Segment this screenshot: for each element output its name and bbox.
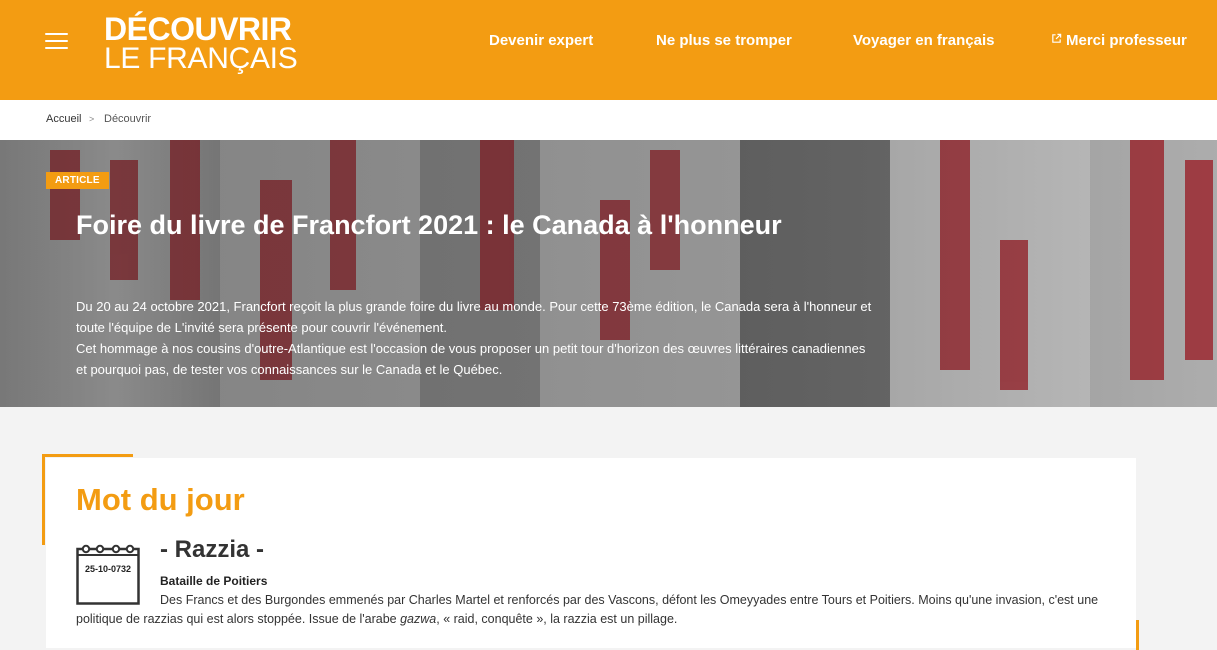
card-accent-top — [42, 454, 133, 457]
hero-paragraph-2: Cet hommage à nos cousins d'outre-Atlant… — [76, 341, 866, 377]
article-badge: ARTICLE — [46, 172, 109, 189]
card-accent-right — [1136, 620, 1139, 650]
site-header: DÉCOUVRIR LE FRANÇAIS Devenir expert Ne … — [0, 0, 1217, 100]
hero-description: Du 20 au 24 octobre 2021, Francfort reço… — [76, 296, 876, 380]
card-accent-left — [42, 454, 45, 545]
nav-merci-professeur[interactable]: Merci professeur — [1051, 32, 1187, 50]
external-link-icon — [1052, 33, 1062, 43]
hero-paragraph-1: Du 20 au 24 octobre 2021, Francfort reço… — [76, 299, 872, 335]
word-of-day-heading: Mot du jour — [76, 482, 245, 517]
definition-italic-term: gazwa — [400, 611, 437, 626]
nav-voyager-en-francais[interactable]: Voyager en français — [853, 32, 994, 50]
breadcrumb: Accueil > Découvrir — [0, 100, 1217, 140]
hero-title[interactable]: Foire du livre de Francfort 2021 : le Ca… — [76, 208, 836, 242]
breadcrumb-current: Découvrir — [104, 113, 152, 125]
nav-merci-professeur-label: Merci professeur — [1066, 32, 1187, 49]
nav-ne-plus-se-tromper[interactable]: Ne plus se tromper — [656, 32, 792, 50]
nav-devenir-expert[interactable]: Devenir expert — [489, 32, 593, 50]
word-of-day-definition: Des Francs et des Burgondes emmenés par … — [76, 591, 1116, 628]
hero-banner[interactable]: ARTICLE Foire du livre de Francfort 2021… — [0, 140, 1217, 407]
main-nav: Devenir expert Ne plus se tromper Voyage… — [0, 32, 1217, 52]
breadcrumb-home[interactable]: Accueil — [46, 113, 81, 125]
definition-text-2: , « raid, conquête », la razzia est un p… — [436, 611, 678, 626]
word-of-day-word: - Razzia - — [160, 536, 265, 563]
breadcrumb-separator: > — [89, 114, 95, 124]
word-of-day-subtitle: Bataille de Poitiers — [160, 574, 268, 588]
calendar-date: 25-10-0732 — [84, 564, 132, 574]
